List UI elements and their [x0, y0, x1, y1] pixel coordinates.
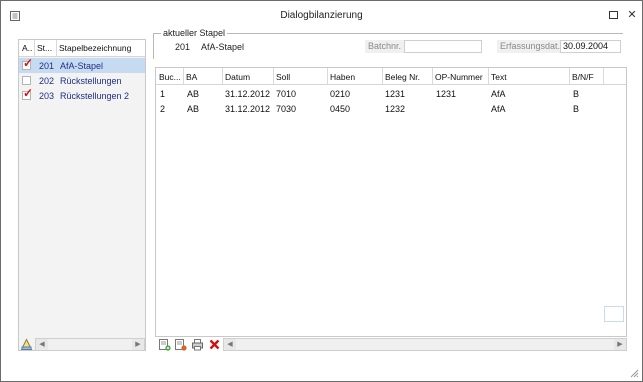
stapel-list[interactable]: A.. St... Stapelbezeichnung ✓ 201 AfA-St…	[18, 39, 146, 351]
cell-haben: 0210	[330, 89, 351, 99]
entry-date-label: Erfassungsdat.	[497, 40, 564, 53]
cell-beleg-nr: 1232	[385, 104, 406, 114]
check-mark-icon: ✓	[23, 56, 34, 70]
resize-grip-icon[interactable]	[630, 369, 639, 378]
entry-date-field[interactable]: 30.09.2004	[560, 40, 621, 53]
stapel-list-scrollbar[interactable]: ◀ ▶	[35, 338, 145, 351]
column-header-beleg-nr[interactable]: Beleg Nr.	[385, 72, 420, 82]
column-header-datum[interactable]: Datum	[225, 72, 250, 82]
stapel-number: 201	[39, 61, 55, 71]
scroll-left-icon[interactable]: ◀	[36, 339, 48, 350]
scroll-left-icon[interactable]: ◀	[224, 339, 236, 350]
batch-number-label: Batchnr.	[365, 40, 405, 53]
scroll-right-icon[interactable]: ▶	[614, 339, 626, 350]
stapel-name: AfA-Stapel	[60, 61, 104, 71]
cell-haben: 0450	[330, 104, 351, 114]
cell-bnf: B	[573, 89, 580, 99]
column-header-buchung[interactable]: Buc...	[159, 72, 181, 82]
scroll-right-icon[interactable]: ▶	[132, 339, 144, 350]
cell-soll: 7010	[276, 89, 297, 99]
close-button[interactable]: ✕	[624, 7, 640, 23]
cell-bnf: B	[573, 104, 580, 114]
current-batch-label: aktueller Stapel	[161, 28, 228, 38]
stapel-tool-icon[interactable]	[20, 338, 33, 351]
table-row[interactable]: 2 AB 31.12.2012 7030 0450 1232 AfA B	[156, 102, 626, 116]
maximize-icon	[608, 11, 618, 19]
delete-icon[interactable]	[208, 338, 221, 351]
table-row[interactable]: 1 AB 31.12.2012 7010 0210 1231 1231 AfA …	[156, 87, 626, 101]
dialog-window: Dialogbilanzierung ✕ A.. St... Stapelbez…	[0, 0, 643, 382]
cell-text: AfA	[491, 89, 506, 99]
current-batch-number: 201	[175, 42, 191, 52]
window-title: Dialogbilanzierung	[280, 10, 363, 21]
stapel-row-203[interactable]: ✓ 203 Rückstellungen 2	[19, 86, 145, 103]
column-header-stapelbezeichnung[interactable]: Stapelbezeichnung	[59, 43, 131, 53]
close-icon: ✕	[627, 9, 637, 21]
cell-beleg-nr: 1231	[385, 89, 406, 99]
edit-row-icon[interactable]	[174, 338, 187, 351]
cell-text: AfA	[491, 104, 506, 114]
column-header-st[interactable]: St...	[37, 43, 52, 53]
column-header-a[interactable]: A..	[22, 43, 32, 53]
cell-ba: AB	[187, 104, 200, 114]
add-row-icon[interactable]	[158, 338, 171, 351]
stapel-checkbox[interactable]	[22, 76, 31, 85]
booking-grid[interactable]: Buc... BA Datum Soll Haben Beleg Nr. OP-…	[155, 67, 627, 337]
stapel-list-toolbar: ◀ ▶	[18, 338, 146, 351]
maximize-button[interactable]	[605, 7, 621, 23]
stapel-name: Rückstellungen 2	[60, 91, 130, 101]
grid-header: Buc... BA Datum Soll Haben Beleg Nr. OP-…	[156, 68, 626, 85]
stapel-name: Rückstellungen	[60, 76, 122, 86]
grid-corner-cell	[604, 306, 624, 322]
column-header-soll[interactable]: Soll	[276, 72, 290, 82]
cell-buchung: 1	[160, 89, 166, 99]
cell-op-nummer: 1231	[436, 89, 457, 99]
batch-number-field[interactable]	[404, 40, 482, 53]
stapel-number: 203	[39, 91, 55, 101]
check-mark-icon: ✓	[23, 86, 34, 100]
stapel-number: 202	[39, 76, 55, 86]
print-icon[interactable]	[191, 338, 204, 351]
column-header-ba[interactable]: BA	[186, 72, 197, 82]
column-header-text[interactable]: Text	[491, 72, 507, 82]
grid-scrollbar[interactable]: ◀ ▶	[223, 338, 627, 351]
grid-toolbar: ◀ ▶	[155, 338, 627, 352]
current-batch-name: AfA-Stapel	[201, 42, 245, 52]
cell-datum: 31.12.2012	[225, 104, 271, 114]
cell-datum: 31.12.2012	[225, 89, 271, 99]
column-header-op-nummer[interactable]: OP-Nummer	[435, 72, 483, 82]
stapel-row-202[interactable]: 202 Rückstellungen	[19, 73, 145, 88]
stapel-list-header: A.. St... Stapelbezeichnung	[19, 40, 145, 57]
cell-soll: 7030	[276, 104, 297, 114]
column-header-haben[interactable]: Haben	[330, 72, 355, 82]
column-header-bnf[interactable]: B/N/F	[572, 72, 594, 82]
stapel-row-201[interactable]: ✓ 201 AfA-Stapel	[19, 56, 145, 73]
cell-ba: AB	[187, 89, 200, 99]
cell-buchung: 2	[160, 104, 166, 114]
